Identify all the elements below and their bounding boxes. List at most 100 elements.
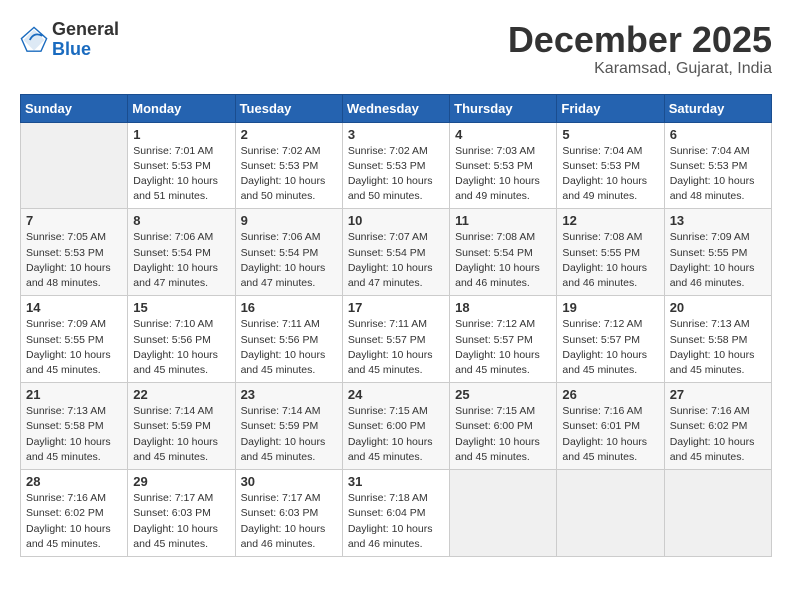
day-number: 26 xyxy=(562,387,658,402)
day-number: 4 xyxy=(455,127,551,142)
day-header-wednesday: Wednesday xyxy=(342,94,449,122)
day-info: Sunrise: 7:14 AMSunset: 5:59 PMDaylight:… xyxy=(241,404,337,465)
calendar-cell: 10Sunrise: 7:07 AMSunset: 5:54 PMDayligh… xyxy=(342,209,449,296)
day-info: Sunrise: 7:16 AMSunset: 6:01 PMDaylight:… xyxy=(562,404,658,465)
day-number: 3 xyxy=(348,127,444,142)
day-header-saturday: Saturday xyxy=(664,94,771,122)
day-number: 11 xyxy=(455,213,551,228)
day-number: 25 xyxy=(455,387,551,402)
day-number: 27 xyxy=(670,387,766,402)
day-number: 30 xyxy=(241,474,337,489)
day-info: Sunrise: 7:16 AMSunset: 6:02 PMDaylight:… xyxy=(670,404,766,465)
calendar-week-row: 14 Sunrise: 7:09 AMSunset: 5:55 PMDayligh… xyxy=(21,296,772,383)
day-header-sunday: Sunday xyxy=(21,94,128,122)
calendar-cell xyxy=(21,122,128,209)
calendar-cell: 5Sunrise: 7:04 AMSunset: 5:53 PMDaylight… xyxy=(557,122,664,209)
calendar-cell: 12 Sunrise: 7:08 AMSunset: 5:55 PMDayligh… xyxy=(557,209,664,296)
day-header-tuesday: Tuesday xyxy=(235,94,342,122)
day-info: Sunrise: 7:03 AMSunset: 5:53 PMDaylight:… xyxy=(455,144,551,205)
calendar-cell: 19 Sunrise: 7:12 AMSunset: 5:57 PMDayligh… xyxy=(557,296,664,383)
day-number: 6 xyxy=(670,127,766,142)
calendar-cell: 26 Sunrise: 7:16 AMSunset: 6:01 PMDayligh… xyxy=(557,383,664,470)
day-number: 29 xyxy=(133,474,229,489)
calendar-week-row: 1 Sunrise: 7:01 AMSunset: 5:53 PMDaylight… xyxy=(21,122,772,209)
calendar-week-row: 21 Sunrise: 7:13 AMSunset: 5:58 PMDayligh… xyxy=(21,383,772,470)
calendar-cell: 7Sunrise: 7:05 AMSunset: 5:53 PMDaylight… xyxy=(21,209,128,296)
calendar-cell: 18 Sunrise: 7:12 AMSunset: 5:57 PMDayligh… xyxy=(450,296,557,383)
calendar-table: SundayMondayTuesdayWednesdayThursdayFrid… xyxy=(20,94,772,557)
calendar-week-row: 7Sunrise: 7:05 AMSunset: 5:53 PMDaylight… xyxy=(21,209,772,296)
day-info: Sunrise: 7:06 AMSunset: 5:54 PMDaylight:… xyxy=(241,230,337,291)
calendar-cell: 16 Sunrise: 7:11 AMSunset: 5:56 PMDayligh… xyxy=(235,296,342,383)
day-number: 7 xyxy=(26,213,122,228)
day-info: Sunrise: 7:14 AMSunset: 5:59 PMDaylight:… xyxy=(133,404,229,465)
day-info: Sunrise: 7:15 AMSunset: 6:00 PMDaylight:… xyxy=(348,404,444,465)
calendar-cell: 21 Sunrise: 7:13 AMSunset: 5:58 PMDayligh… xyxy=(21,383,128,470)
day-info: Sunrise: 7:04 AMSunset: 5:53 PMDaylight:… xyxy=(562,144,658,205)
day-number: 19 xyxy=(562,300,658,315)
calendar-cell: 30Sunrise: 7:17 AMSunset: 6:03 PMDayligh… xyxy=(235,470,342,557)
logo-text: General Blue xyxy=(52,20,119,60)
day-number: 23 xyxy=(241,387,337,402)
day-number: 22 xyxy=(133,387,229,402)
day-number: 13 xyxy=(670,213,766,228)
calendar-cell xyxy=(557,470,664,557)
calendar-cell: 24 Sunrise: 7:15 AMSunset: 6:00 PMDayligh… xyxy=(342,383,449,470)
calendar-cell: 31Sunrise: 7:18 AMSunset: 6:04 PMDayligh… xyxy=(342,470,449,557)
day-number: 18 xyxy=(455,300,551,315)
calendar-cell: 23 Sunrise: 7:14 AMSunset: 5:59 PMDayligh… xyxy=(235,383,342,470)
calendar-cell: 1 Sunrise: 7:01 AMSunset: 5:53 PMDaylight… xyxy=(128,122,235,209)
day-header-friday: Friday xyxy=(557,94,664,122)
calendar-cell: 2 Sunrise: 7:02 AMSunset: 5:53 PMDaylight… xyxy=(235,122,342,209)
day-number: 12 xyxy=(562,213,658,228)
day-info: Sunrise: 7:12 AMSunset: 5:57 PMDaylight:… xyxy=(455,317,551,378)
day-header-monday: Monday xyxy=(128,94,235,122)
calendar-cell: 8Sunrise: 7:06 AMSunset: 5:54 PMDaylight… xyxy=(128,209,235,296)
day-number: 9 xyxy=(241,213,337,228)
month-title: December 2025 xyxy=(508,20,772,60)
calendar-cell: 14 Sunrise: 7:09 AMSunset: 5:55 PMDayligh… xyxy=(21,296,128,383)
day-number: 21 xyxy=(26,387,122,402)
day-info: Sunrise: 7:15 AMSunset: 6:00 PMDaylight:… xyxy=(455,404,551,465)
calendar-cell: 25 Sunrise: 7:15 AMSunset: 6:00 PMDayligh… xyxy=(450,383,557,470)
day-number: 31 xyxy=(348,474,444,489)
calendar-cell: 9 Sunrise: 7:06 AMSunset: 5:54 PMDaylight… xyxy=(235,209,342,296)
calendar-cell: 28Sunrise: 7:16 AMSunset: 6:02 PMDayligh… xyxy=(21,470,128,557)
day-info: Sunrise: 7:02 AMSunset: 5:53 PMDaylight:… xyxy=(241,144,337,205)
day-info: Sunrise: 7:08 AMSunset: 5:54 PMDaylight:… xyxy=(455,230,551,291)
logo: General Blue xyxy=(20,20,119,60)
day-info: Sunrise: 7:12 AMSunset: 5:57 PMDaylight:… xyxy=(562,317,658,378)
calendar-cell: 27 Sunrise: 7:16 AMSunset: 6:02 PMDayligh… xyxy=(664,383,771,470)
day-header-thursday: Thursday xyxy=(450,94,557,122)
day-number: 2 xyxy=(241,127,337,142)
day-info: Sunrise: 7:13 AMSunset: 5:58 PMDaylight:… xyxy=(26,404,122,465)
day-number: 16 xyxy=(241,300,337,315)
day-info: Sunrise: 7:04 AMSunset: 5:53 PMDaylight:… xyxy=(670,144,766,205)
day-number: 14 xyxy=(26,300,122,315)
day-info: Sunrise: 7:01 AMSunset: 5:53 PMDaylight:… xyxy=(133,144,229,205)
day-number: 20 xyxy=(670,300,766,315)
day-info: Sunrise: 7:11 AMSunset: 5:57 PMDaylight:… xyxy=(348,317,444,378)
day-number: 24 xyxy=(348,387,444,402)
day-info: Sunrise: 7:10 AMSunset: 5:56 PMDaylight:… xyxy=(133,317,229,378)
day-number: 17 xyxy=(348,300,444,315)
day-number: 1 xyxy=(133,127,229,142)
day-info: Sunrise: 7:09 AMSunset: 5:55 PMDaylight:… xyxy=(670,230,766,291)
calendar-cell: 22 Sunrise: 7:14 AMSunset: 5:59 PMDayligh… xyxy=(128,383,235,470)
calendar-cell xyxy=(450,470,557,557)
day-info: Sunrise: 7:16 AMSunset: 6:02 PMDaylight:… xyxy=(26,491,122,552)
calendar-week-row: 28Sunrise: 7:16 AMSunset: 6:02 PMDayligh… xyxy=(21,470,772,557)
day-info: Sunrise: 7:02 AMSunset: 5:53 PMDaylight:… xyxy=(348,144,444,205)
day-info: Sunrise: 7:08 AMSunset: 5:55 PMDaylight:… xyxy=(562,230,658,291)
day-info: Sunrise: 7:09 AMSunset: 5:55 PMDaylight:… xyxy=(26,317,122,378)
calendar-cell xyxy=(664,470,771,557)
calendar-header-row: SundayMondayTuesdayWednesdayThursdayFrid… xyxy=(21,94,772,122)
page-header: General Blue December 2025 Karamsad, Guj… xyxy=(20,20,772,78)
logo-blue: Blue xyxy=(52,40,119,60)
day-info: Sunrise: 7:11 AMSunset: 5:56 PMDaylight:… xyxy=(241,317,337,378)
calendar-cell: 3 Sunrise: 7:02 AMSunset: 5:53 PMDaylight… xyxy=(342,122,449,209)
title-block: December 2025 Karamsad, Gujarat, India xyxy=(508,20,772,78)
calendar-cell: 11 Sunrise: 7:08 AMSunset: 5:54 PMDayligh… xyxy=(450,209,557,296)
location-subtitle: Karamsad, Gujarat, India xyxy=(508,60,772,78)
logo-general: General xyxy=(52,20,119,40)
